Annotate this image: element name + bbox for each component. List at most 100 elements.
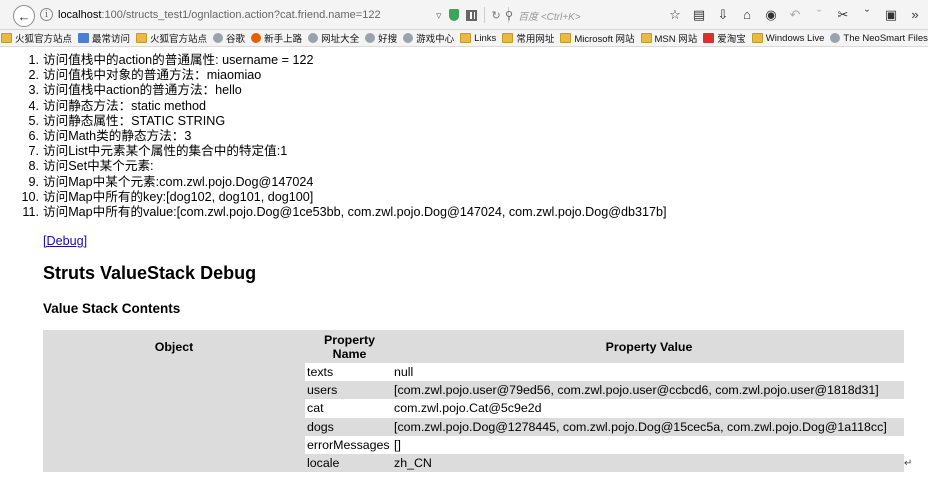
- bookmark-item[interactable]: MSN 网站: [640, 31, 698, 45]
- property-value: []: [394, 435, 904, 454]
- bookmarks-bar: 火狐官方站点 最常访问 火狐官方站点 谷歌 新手上路 网址大全 好搜 游戏中心 …: [0, 30, 928, 47]
- url-path: :100/structs_test1/ognlaction.action?cat…: [101, 9, 381, 21]
- undo-dropdown-icon[interactable]: ˇ: [812, 6, 826, 24]
- url-bar[interactable]: localhost:100/structs_test1/ognlaction.a…: [58, 9, 381, 21]
- property-value: [com.zwl.pojo.user@79ed56, com.zwl.pojo.…: [394, 381, 904, 400]
- table-header-row: Object Property Name Property Value: [43, 330, 904, 363]
- bookmark-label: Windows Live: [765, 32, 825, 44]
- item-text: 访问Set中某个元素:: [43, 159, 154, 174]
- item-number: 1.: [28, 53, 39, 67]
- home-icon[interactable]: ⌂: [740, 6, 754, 24]
- menu-dropdown-icon[interactable]: ˇ: [860, 6, 874, 24]
- property-value: [com.zwl.pojo.Dog@1278445, com.zwl.pojo.…: [394, 417, 904, 436]
- bookmark-item[interactable]: Windows Live: [751, 32, 825, 44]
- object-cell: [43, 363, 305, 473]
- item-text: 访问静态属性：STATIC STRING: [43, 113, 226, 128]
- bookmark-item[interactable]: The NeoSmart Files: [830, 32, 928, 44]
- chat-icon[interactable]: ◉: [764, 6, 778, 24]
- column-header-property-value: Property Value: [394, 330, 904, 363]
- search-placeholder: 百度 <Ctrl+K>: [518, 11, 581, 23]
- bookmark-label: 爱淘宝: [717, 34, 746, 45]
- page-content: 1. 访问值栈中的action的普通属性: username = 122 2. 访问…: [0, 47, 928, 479]
- list-item: 10. 访问Map中所有的key:[dog102, dog101, dog100]: [21, 190, 667, 205]
- firefox-icon: [251, 33, 262, 43]
- folder-icon: [502, 33, 514, 43]
- browser-toolbar: ← i localhost:100/structs_test1/ognlacti…: [0, 0, 928, 30]
- bookmark-item[interactable]: 新手上路: [251, 31, 302, 45]
- bookmark-label: 火狐官方站点: [150, 34, 208, 45]
- globe-icon: [365, 33, 376, 43]
- property-name: cat: [305, 399, 394, 418]
- item-number: 4.: [28, 98, 39, 113]
- bookmark-label: 游戏中心: [416, 34, 455, 45]
- item-text: 访问值栈中对象的普通方法：miaomiao: [43, 68, 262, 83]
- more-icon[interactable]: »: [908, 6, 922, 24]
- item-text: 访问值栈中action的普通方法：hello: [43, 83, 242, 98]
- item-number: 6.: [28, 129, 39, 144]
- folder-icon: [640, 33, 652, 43]
- list-item: 9. 访问Map中某个元素:com.zwl.pojo.Dog@147024: [28, 174, 667, 190]
- toolbar-actions: ☆ ▤ ⇩ ⌂ ◉ ↶ ˇ ✂ ˇ ▣ »: [668, 6, 922, 24]
- bookmark-item[interactable]: 最常访问: [78, 31, 130, 45]
- bookmark-label: The NeoSmart Files: [843, 32, 928, 44]
- item-text: 访问Map中某个元素:com.zwl.pojo.Dog@147024: [43, 174, 314, 189]
- globe-icon: [213, 33, 224, 43]
- bookmark-item[interactable]: 常用网址: [502, 31, 554, 45]
- bookmark-item[interactable]: 谷歌: [213, 31, 245, 45]
- dropdown-arrow-icon[interactable]: ▿: [436, 9, 442, 22]
- list-item: 1. 访问值栈中的action的普通属性: username = 122: [28, 53, 667, 68]
- list-item: 11. 访问Map中所有的value:[com.zwl.pojo.Dog@1ce5…: [22, 205, 667, 220]
- bookmark-label: Microsoft 网站: [574, 34, 635, 45]
- bookmark-item[interactable]: Links: [460, 33, 496, 44]
- bookmark-item[interactable]: 火狐官方站点: [1, 31, 72, 45]
- property-name: errorMessages: [305, 435, 394, 454]
- property-name: texts: [305, 363, 394, 382]
- bookmark-item[interactable]: 好搜: [365, 31, 397, 45]
- reload-icon[interactable]: ↻: [492, 9, 501, 22]
- folder-icon: [136, 33, 148, 43]
- undo-icon[interactable]: ↶: [788, 6, 802, 24]
- bookmark-label: 常用网址: [516, 34, 555, 45]
- column-header-property-name: Property Name: [305, 330, 394, 363]
- site-info-icon[interactable]: i: [40, 8, 53, 21]
- debug-link[interactable]: [Debug]: [43, 234, 87, 248]
- property-name: users: [305, 381, 394, 400]
- bookmark-item[interactable]: 游戏中心: [403, 31, 454, 45]
- property-value: null: [394, 363, 904, 382]
- download-icon[interactable]: ⇩: [716, 6, 730, 24]
- bookmark-item[interactable]: 爱淘宝: [703, 31, 746, 45]
- screenshot-icon[interactable]: ✂: [836, 6, 850, 24]
- list-item: 3. 访问值栈中action的普通方法：hello: [28, 83, 667, 98]
- list-item: 6. 访问Math类的静态方法：3: [28, 129, 667, 144]
- item-text: 访问静态方法：static method: [43, 98, 207, 113]
- item-number: 3.: [28, 83, 39, 98]
- bookmark-item[interactable]: 火狐官方站点: [136, 31, 207, 45]
- bookmark-label: 新手上路: [264, 34, 303, 45]
- bookmark-label: 火狐官方站点: [15, 34, 73, 45]
- list-item: 7. 访问List中元素某个属性的集合中的特定值:1: [28, 144, 667, 159]
- qr-code-icon[interactable]: [465, 9, 477, 21]
- back-arrow-icon[interactable]: ←: [13, 5, 35, 27]
- folder-icon: [1, 33, 12, 43]
- globe-icon: [403, 33, 414, 43]
- window-icon[interactable]: ▣: [884, 6, 898, 24]
- item-number: 8.: [28, 159, 39, 174]
- reading-list-icon[interactable]: ▤: [692, 6, 706, 24]
- bookmark-label: Links: [474, 32, 497, 44]
- list-item: 2. 访问值栈中对象的普通方法：miaomiao: [28, 68, 667, 83]
- item-text: 访问Map中所有的value:[com.zwl.pojo.Dog@1ce53bb…: [43, 205, 667, 220]
- bookmark-item[interactable]: Microsoft 网站: [560, 31, 635, 45]
- item-number: 9.: [28, 174, 39, 189]
- search-input[interactable]: ⚲ 百度 <Ctrl+K>: [505, 6, 660, 24]
- bookmark-icon: [78, 33, 90, 43]
- bookmark-item[interactable]: 网址大全: [308, 31, 359, 45]
- star-icon[interactable]: ☆: [668, 6, 682, 24]
- item-number: 11.: [22, 205, 39, 220]
- bookmark-label: MSN 网站: [654, 34, 698, 45]
- globe-icon: [308, 33, 319, 43]
- shield-icon[interactable]: [448, 9, 459, 21]
- item-text: 访问值栈中的action的普通属性: username = 122: [43, 53, 314, 67]
- property-value: com.zwl.pojo.Cat@5c9e2d: [394, 399, 904, 418]
- list-item: 5. 访问静态属性：STATIC STRING: [28, 113, 667, 129]
- globe-icon: [830, 33, 841, 43]
